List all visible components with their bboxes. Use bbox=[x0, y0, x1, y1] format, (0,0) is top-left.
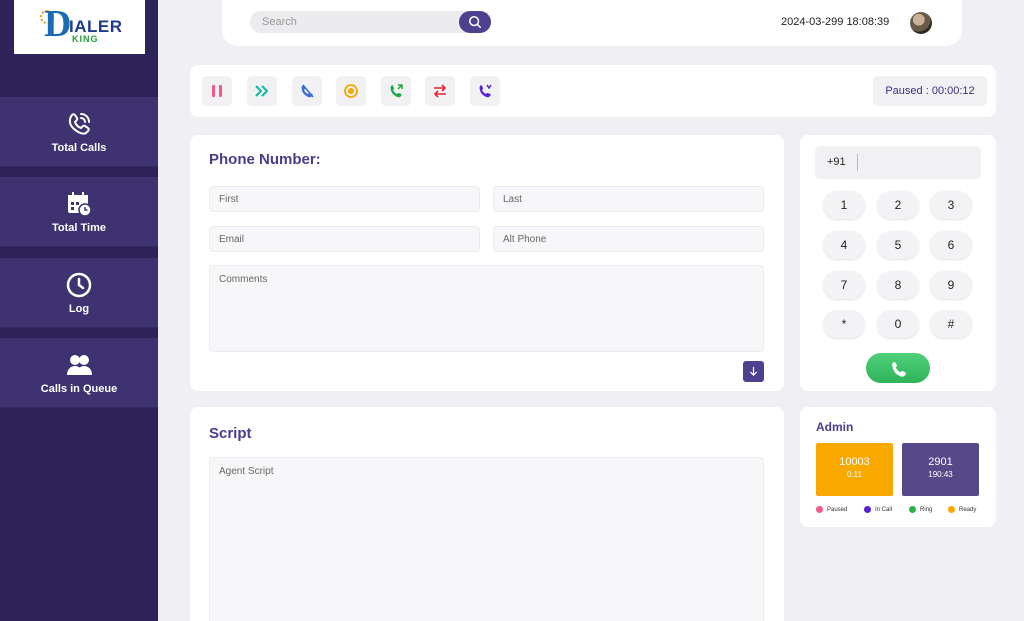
conference-icon bbox=[479, 84, 492, 98]
sidebar-item-total-calls[interactable]: Total Calls bbox=[0, 97, 158, 167]
legend-dot bbox=[909, 506, 916, 513]
arrow-down-icon bbox=[749, 366, 758, 377]
dial-key-8[interactable]: 8 bbox=[877, 271, 919, 299]
dial-number-input[interactable]: +91 bbox=[815, 146, 981, 179]
alt-phone-field[interactable] bbox=[493, 226, 764, 252]
phone-ringing-icon bbox=[68, 112, 90, 135]
dial-key-hash[interactable]: # bbox=[930, 310, 972, 338]
script-card: Script bbox=[190, 407, 784, 621]
legend-ring: Ring bbox=[909, 506, 932, 513]
search-input[interactable] bbox=[250, 11, 490, 33]
submit-down-button[interactable] bbox=[743, 361, 764, 382]
sidebar-item-total-time[interactable]: Total Time bbox=[0, 177, 158, 247]
current-datetime: 2024-03-299 18:08:39 bbox=[781, 16, 890, 28]
hangup-icon bbox=[301, 84, 314, 98]
sidebar: D IALER KING Total Calls Total Time Log bbox=[0, 0, 158, 621]
legend-dot bbox=[948, 506, 955, 513]
search-button[interactable] bbox=[459, 11, 491, 33]
country-code: +91 bbox=[827, 156, 846, 168]
agent-tile[interactable]: 2901 190:43 bbox=[902, 443, 979, 496]
dial-key-2[interactable]: 2 bbox=[877, 191, 919, 219]
legend-label: Paused bbox=[827, 506, 848, 513]
sidebar-item-label: Log bbox=[68, 302, 90, 315]
legend-dot bbox=[864, 506, 871, 513]
transfer-button[interactable] bbox=[425, 76, 455, 106]
dial-key-3[interactable]: 3 bbox=[930, 191, 972, 219]
search-icon bbox=[468, 15, 482, 29]
dial-key-6[interactable]: 6 bbox=[930, 231, 972, 259]
calendar-clock-icon bbox=[68, 191, 92, 217]
sidebar-item-log[interactable]: Log bbox=[0, 258, 158, 328]
first-name-field[interactable] bbox=[209, 186, 480, 212]
status-badge: Paused : 00:00:12 bbox=[873, 76, 987, 106]
agent-time: 190:43 bbox=[928, 470, 953, 479]
search-bar bbox=[250, 11, 490, 33]
logo[interactable]: D IALER KING bbox=[14, 0, 145, 54]
sidebar-item-label: Calls in Queue bbox=[40, 382, 118, 395]
dial-call-button[interactable] bbox=[381, 76, 411, 106]
call-icon bbox=[390, 84, 403, 98]
form-title: Phone Number: bbox=[209, 151, 321, 168]
call-toolbar: Paused : 00:00:12 bbox=[190, 65, 996, 117]
legend-in-call: In Call bbox=[864, 506, 892, 513]
users-icon bbox=[67, 354, 92, 375]
script-title: Script bbox=[209, 425, 252, 442]
forward-icon bbox=[255, 85, 269, 97]
dialpad-card: +91 1 2 3 4 5 6 7 8 9 * 0 # bbox=[800, 135, 996, 391]
dial-key-5[interactable]: 5 bbox=[877, 231, 919, 259]
text-caret bbox=[857, 154, 858, 171]
legend-label: Ring bbox=[920, 506, 933, 513]
dial-key-0[interactable]: 0 bbox=[877, 310, 919, 338]
phone-icon bbox=[891, 361, 906, 377]
record-icon bbox=[344, 84, 358, 98]
dial-key-1[interactable]: 1 bbox=[823, 191, 865, 219]
dial-key-7[interactable]: 7 bbox=[823, 271, 865, 299]
legend-paused: Paused bbox=[816, 506, 847, 513]
last-name-field[interactable] bbox=[493, 186, 764, 212]
admin-title: Admin bbox=[816, 420, 854, 434]
agent-script-field[interactable] bbox=[209, 457, 764, 621]
dial-key-9[interactable]: 9 bbox=[930, 271, 972, 299]
dial-key-4[interactable]: 4 bbox=[823, 231, 865, 259]
sidebar-item-calls-in-queue[interactable]: Calls in Queue bbox=[0, 338, 158, 408]
legend-ready: Ready bbox=[948, 506, 976, 513]
clock-icon bbox=[66, 272, 92, 297]
agent-id: 2901 bbox=[928, 456, 953, 468]
record-button[interactable] bbox=[336, 76, 366, 106]
agent-id: 10003 bbox=[839, 456, 870, 468]
agent-tile[interactable]: 10003 0:11 bbox=[816, 443, 893, 496]
conference-button[interactable] bbox=[470, 76, 500, 106]
transfer-icon bbox=[434, 84, 446, 98]
top-header: 2024-03-299 18:08:39 bbox=[222, 0, 962, 46]
sidebar-item-label: Total Calls bbox=[51, 141, 107, 154]
legend-label: In Call bbox=[875, 506, 893, 513]
agent-time: 0:11 bbox=[847, 470, 862, 479]
legend-dot bbox=[816, 506, 823, 513]
pause-icon bbox=[212, 85, 222, 97]
comments-field[interactable] bbox=[209, 265, 764, 352]
avatar[interactable] bbox=[910, 12, 932, 34]
logo-subtext: KING bbox=[72, 34, 99, 44]
sidebar-item-label: Total Time bbox=[52, 221, 106, 234]
logo-d-glyph: D bbox=[44, 3, 72, 45]
pause-button[interactable] bbox=[202, 76, 232, 106]
next-call-button[interactable] bbox=[247, 76, 277, 106]
legend-label: Ready bbox=[959, 506, 977, 513]
contact-form-card: Phone Number: bbox=[190, 135, 784, 391]
admin-card: Admin 10003 0:11 2901 190:43 Paused In C… bbox=[800, 407, 996, 527]
hangup-button[interactable] bbox=[292, 76, 322, 106]
email-field[interactable] bbox=[209, 226, 480, 252]
dial-key-star[interactable]: * bbox=[823, 310, 865, 338]
call-button[interactable] bbox=[866, 353, 930, 383]
